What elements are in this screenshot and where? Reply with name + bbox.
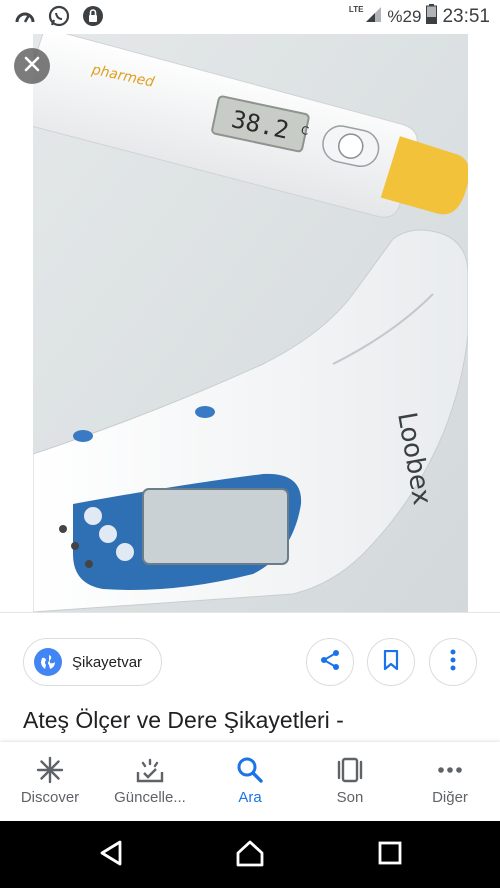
- overview-icon: [377, 840, 403, 871]
- nav-search-label: Ara: [238, 789, 262, 806]
- system-navigation-bar: [0, 821, 500, 888]
- battery-icon: [426, 4, 438, 29]
- speed-icon: [14, 6, 36, 31]
- overview-button[interactable]: [374, 839, 406, 871]
- home-icon: [235, 839, 265, 872]
- bottom-navigation: Discover Güncelle... Ara Son Diğer: [0, 742, 500, 821]
- globe-icon: [34, 648, 62, 676]
- close-button[interactable]: [14, 48, 50, 84]
- nav-more-label: Diğer: [432, 789, 468, 806]
- result-image[interactable]: 38.2 C pharmed Loobex: [33, 34, 468, 612]
- share-button[interactable]: [306, 638, 354, 686]
- network-type: LTE: [348, 5, 364, 14]
- nav-search[interactable]: Ara: [200, 742, 300, 821]
- nav-updates-label: Güncelle...: [114, 789, 186, 806]
- nav-more[interactable]: Diğer: [400, 742, 500, 821]
- clock: 23:51: [442, 5, 490, 27]
- nav-recent-label: Son: [336, 789, 364, 806]
- back-icon: [98, 839, 124, 872]
- more-icon: [436, 756, 464, 784]
- bookmark-button[interactable]: [367, 638, 415, 686]
- updates-icon: [135, 756, 165, 784]
- nav-discover[interactable]: Discover: [0, 742, 100, 821]
- nav-updates[interactable]: Güncelle...: [100, 742, 200, 821]
- status-bar: LTE %29 23:51: [0, 0, 500, 34]
- search-icon: [236, 756, 264, 784]
- privacy-icon: [82, 5, 104, 32]
- source-label: Şikayetvar: [72, 653, 143, 671]
- battery-percent: %29: [387, 6, 422, 26]
- close-icon: [24, 56, 40, 77]
- result-title[interactable]: Ateş Ölçer ve Dere Şikayetleri -: [23, 707, 493, 739]
- bookmark-icon: [382, 649, 400, 675]
- source-chip[interactable]: Şikayetvar: [23, 638, 162, 686]
- signal-icon: [364, 5, 382, 28]
- divider: [0, 612, 500, 613]
- home-button[interactable]: [234, 839, 266, 871]
- more-options-button[interactable]: [429, 638, 477, 686]
- whatsapp-icon: [48, 5, 70, 32]
- back-button[interactable]: [95, 839, 127, 871]
- nav-discover-label: Discover: [20, 789, 80, 806]
- share-icon: [319, 649, 341, 676]
- image-viewer: 38.2 C pharmed Loobex: [0, 34, 500, 612]
- more-vert-icon: [450, 649, 456, 676]
- asterisk-icon: [36, 756, 64, 784]
- recent-icon: [335, 756, 365, 784]
- nav-recent[interactable]: Son: [300, 742, 400, 821]
